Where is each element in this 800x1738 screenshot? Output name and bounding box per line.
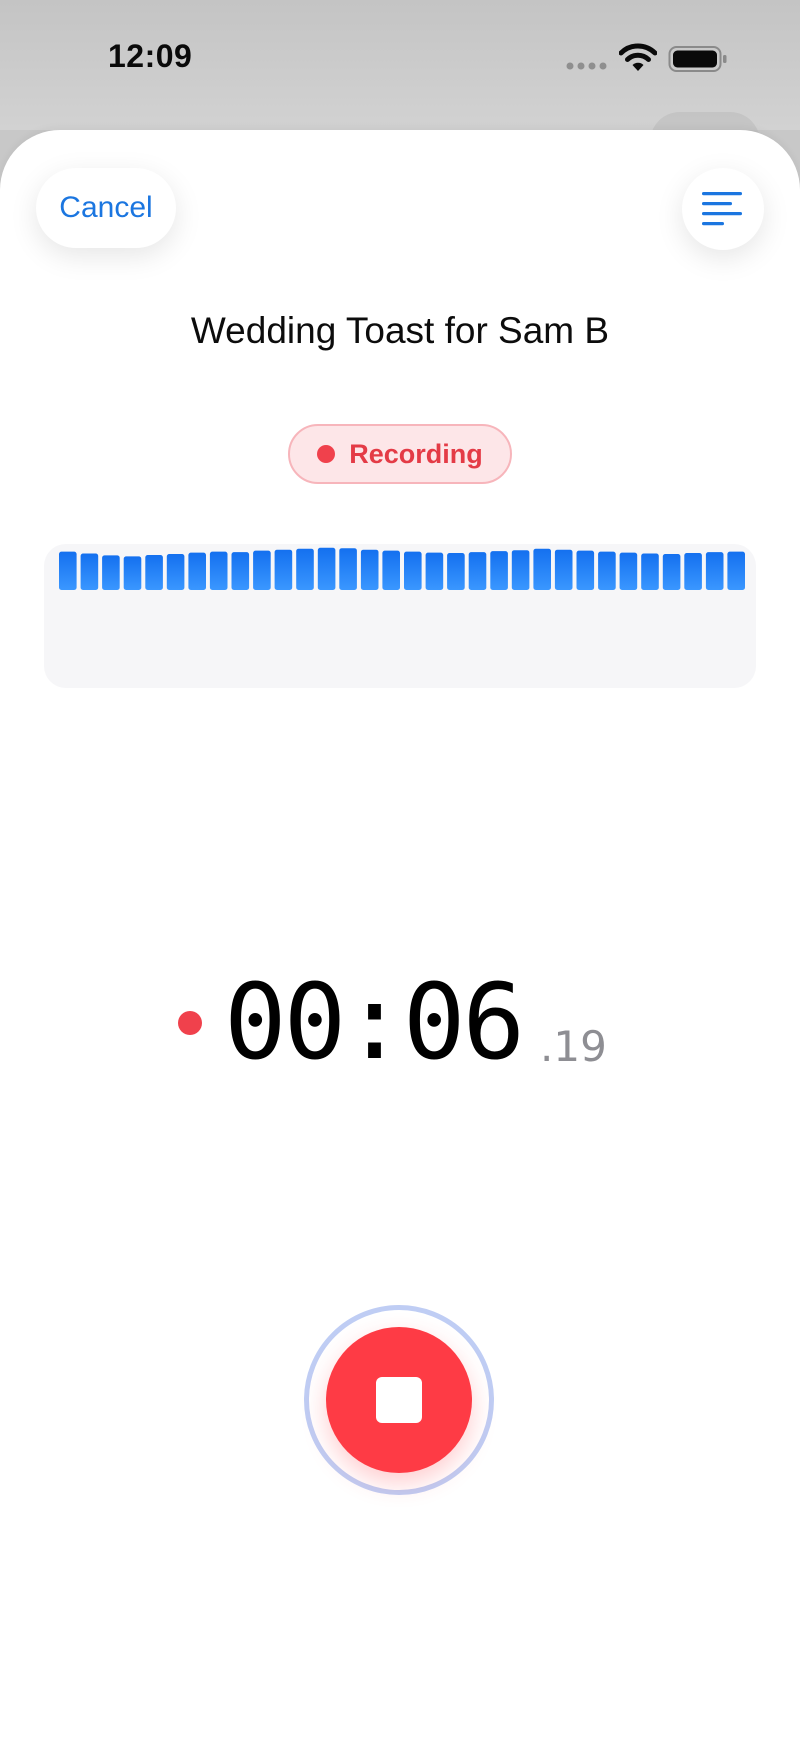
waveform-bar bbox=[296, 548, 314, 590]
waveform-bar bbox=[705, 552, 724, 590]
waveform-panel bbox=[44, 544, 756, 688]
cancel-button[interactable]: Cancel bbox=[36, 168, 176, 248]
waveform-bar bbox=[123, 556, 142, 590]
wifi-icon bbox=[619, 43, 657, 71]
waveform-bar bbox=[274, 549, 293, 590]
waveform-bar bbox=[598, 551, 616, 590]
waveform-bar bbox=[59, 551, 77, 590]
stop-icon bbox=[376, 1377, 422, 1423]
waveform-bar bbox=[662, 554, 681, 590]
text-align-left-icon bbox=[702, 192, 742, 226]
recording-status-label: Recording bbox=[349, 438, 483, 469]
recording-sheet: Cancel Wedding Toast for Sam B Recording… bbox=[0, 130, 800, 1738]
stop-recording-button[interactable] bbox=[304, 1305, 494, 1495]
recording-dot-icon bbox=[317, 445, 336, 463]
waveform-bar bbox=[188, 552, 206, 590]
waveform-bar bbox=[231, 552, 250, 590]
waveform-bar bbox=[404, 551, 422, 590]
cellular-signal-icon bbox=[566, 62, 607, 70]
waveform-bar bbox=[684, 553, 702, 590]
status-bar: 12:09 bbox=[0, 0, 800, 172]
timer-main: 00:06 bbox=[224, 961, 525, 1083]
recording-title: Wedding Toast for Sam B bbox=[190, 310, 610, 351]
waveform-bar bbox=[425, 552, 444, 590]
waveform-bar bbox=[360, 549, 379, 590]
status-time: 12:09 bbox=[108, 38, 193, 74]
timer-recording-dot bbox=[178, 1011, 202, 1035]
cancel-button-label: Cancel bbox=[59, 191, 153, 224]
timer-fraction: .19 bbox=[540, 1022, 607, 1071]
waveform-bar bbox=[102, 555, 120, 590]
waveform-bar bbox=[382, 550, 400, 590]
waveform-bar bbox=[554, 549, 573, 590]
waveform-bar bbox=[339, 548, 357, 590]
waveform-bar bbox=[253, 550, 271, 590]
waveform-bar bbox=[209, 551, 228, 590]
waveform-bar bbox=[511, 550, 530, 590]
waveform-bar bbox=[619, 552, 638, 590]
recording-status-badge: Recording bbox=[288, 424, 512, 484]
elapsed-timer: 00:06 .19 bbox=[0, 950, 800, 1090]
waveform bbox=[59, 547, 745, 590]
waveform-bar bbox=[727, 551, 745, 590]
text-menu-button[interactable] bbox=[682, 168, 764, 250]
waveform-bar bbox=[468, 552, 487, 590]
waveform-bar bbox=[317, 547, 336, 590]
waveform-bar bbox=[490, 551, 508, 590]
waveform-bar bbox=[533, 548, 551, 590]
waveform-bar bbox=[145, 555, 163, 590]
waveform-bar bbox=[641, 553, 659, 590]
battery-icon bbox=[668, 46, 727, 72]
waveform-bar bbox=[166, 554, 185, 590]
waveform-bar bbox=[576, 550, 595, 590]
waveform-bar bbox=[447, 553, 465, 590]
waveform-bar bbox=[80, 553, 99, 590]
